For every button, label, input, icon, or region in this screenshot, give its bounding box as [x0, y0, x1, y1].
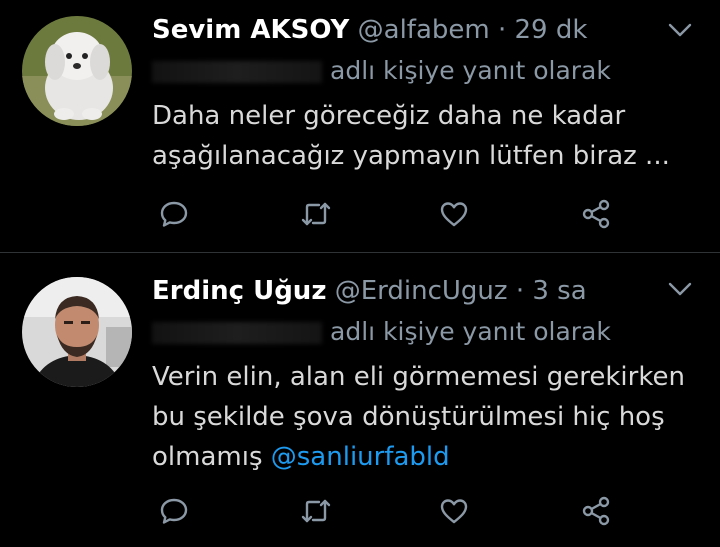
man-avatar-icon	[22, 277, 132, 387]
like-icon	[440, 499, 468, 524]
tweet-actions	[0, 194, 720, 234]
user-handle[interactable]: @alfabem	[358, 15, 490, 45]
reply-context: adlı kişiye yanıt olarak	[152, 54, 611, 88]
tweet-text: Daha neler göreceğiz daha ne kadar aşağı…	[152, 96, 697, 176]
tweet-text-line: Daha neler göreceğiz daha ne kadar	[152, 101, 626, 131]
tweet-text-line: aşağılanacağız yapmayın lütfen biraz ...	[152, 141, 670, 171]
tweet-time[interactable]: 3 sa	[532, 276, 586, 306]
share-icon	[582, 496, 610, 526]
separator: ·	[515, 276, 525, 306]
retweet-button[interactable]	[296, 491, 336, 531]
separator: ·	[497, 15, 507, 45]
retweet-button[interactable]	[296, 194, 336, 234]
more-options-button[interactable]	[666, 275, 694, 303]
share-button[interactable]	[576, 194, 616, 234]
share-button[interactable]	[576, 491, 616, 531]
chevron-down-icon	[668, 282, 692, 296]
display-name[interactable]: Sevim AKSOY	[152, 15, 349, 45]
tweet-text: Verin elin, alan eli görmemesi gerekirke…	[152, 357, 697, 477]
like-icon	[440, 202, 468, 227]
tweet-text-line: olmamış @sanliurfabld	[152, 437, 697, 477]
reply-icon	[160, 498, 188, 524]
tweet-header: Sevim AKSOY @alfabem · 29 dk	[152, 12, 587, 48]
tweet-time[interactable]: 29 dk	[515, 15, 588, 45]
chevron-down-icon	[668, 23, 692, 37]
tweet-actions	[0, 491, 720, 531]
reply-button[interactable]	[154, 194, 194, 234]
like-button[interactable]	[434, 491, 474, 531]
user-handle[interactable]: @ErdincUguz	[335, 276, 508, 306]
more-options-button[interactable]	[666, 16, 694, 44]
mention-link[interactable]: @sanliurfabld	[271, 442, 450, 472]
tweet[interactable]: Erdinç Uğuz @ErdincUguz · 3 sa adlı kişi…	[0, 253, 720, 547]
tweet[interactable]: Sevim AKSOY @alfabem · 29 dk adlı kişiye…	[0, 0, 720, 252]
reply-icon	[160, 201, 188, 227]
reply-context-label: adlı kişiye yanıt olarak	[330, 56, 611, 85]
redacted-username	[152, 322, 322, 344]
reply-button[interactable]	[154, 491, 194, 531]
avatar[interactable]	[22, 277, 132, 387]
tweet-text-fragment: olmamış	[152, 442, 263, 472]
puppy-avatar-icon	[22, 16, 132, 126]
avatar[interactable]	[22, 16, 132, 126]
share-icon	[582, 199, 610, 229]
display-name[interactable]: Erdinç Uğuz	[152, 276, 326, 306]
tweet-text-line: Verin elin, alan eli görmemesi gerekirke…	[152, 362, 685, 392]
tweet-header: Erdinç Uğuz @ErdincUguz · 3 sa	[152, 273, 587, 309]
redacted-username	[152, 61, 322, 83]
tweet-text-line: bu şekilde şova dönüştürülmesi hiç hoş	[152, 402, 665, 432]
reply-context-label: adlı kişiye yanıt olarak	[330, 317, 611, 346]
retweet-icon	[301, 202, 331, 226]
reply-context: adlı kişiye yanıt olarak	[152, 315, 611, 349]
retweet-icon	[301, 499, 331, 523]
like-button[interactable]	[434, 194, 474, 234]
